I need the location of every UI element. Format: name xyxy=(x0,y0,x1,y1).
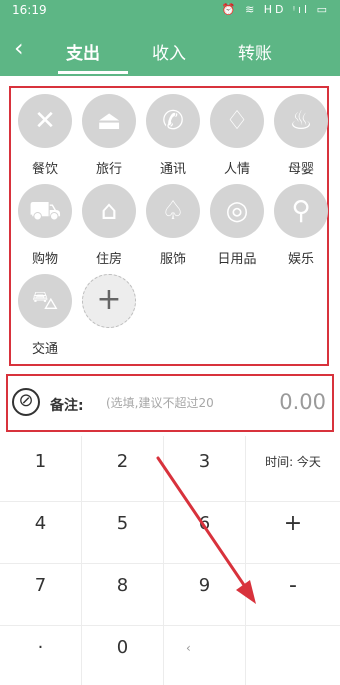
category-label: 娱乐 xyxy=(287,252,314,267)
category-grid: ✕ 餐饮 ⏏ 旅行 ✆ 通讯 ♢ 人情 ♨ 母婴 ⛟ 购物 ⌂ 住房 ♤ 服饰 … xyxy=(9,86,329,366)
category-label: 通讯 xyxy=(159,162,186,177)
backspace-key[interactable]: ‹ xyxy=(164,622,246,685)
key-1[interactable]: 1 xyxy=(0,436,82,502)
category-shopping[interactable]: ⛟ 购物 xyxy=(17,184,73,274)
category-travel[interactable]: ⏏ 旅行 xyxy=(81,94,137,184)
car-icon: ⛍ xyxy=(18,274,72,328)
note-input[interactable] xyxy=(106,392,274,414)
key-4[interactable]: 4 xyxy=(0,498,82,564)
gift-icon: ♢ xyxy=(210,94,264,148)
status-icons: ⏰ ≋ HD ᵎıl ▭ xyxy=(221,3,330,16)
category-label: 交通 xyxy=(31,342,58,357)
key-6[interactable]: 6 xyxy=(164,498,246,564)
category-label: 人情 xyxy=(223,162,250,177)
category-label: 餐饮 xyxy=(31,162,58,177)
key-5[interactable]: 5 xyxy=(82,498,164,564)
category-clothing[interactable]: ♤ 服饰 xyxy=(145,184,201,274)
travel-icon: ⏏ xyxy=(82,94,136,148)
category-label: 住房 xyxy=(95,252,122,267)
baby-icon: ♨ xyxy=(274,94,328,148)
status-time: 16:19 xyxy=(12,3,47,17)
category-gifts[interactable]: ♢ 人情 xyxy=(209,94,265,184)
back-icon[interactable]: ‹ xyxy=(14,34,24,62)
category-label: 日用品 xyxy=(217,252,257,267)
microphone-icon: ⚲ xyxy=(274,184,328,238)
key-3[interactable]: 3 xyxy=(164,436,246,502)
plus-icon: + xyxy=(82,274,136,328)
note-label: 备注: xyxy=(50,398,84,414)
keypad: 1 2 3 时间: 今天 4 5 6 + 7 8 9 - · 0 ‹ xyxy=(0,436,340,685)
category-label: 母婴 xyxy=(287,162,314,177)
amount-display: 0.00 xyxy=(279,390,326,414)
tissue-roll-icon: ◎ xyxy=(210,184,264,238)
key-8[interactable]: 8 xyxy=(82,560,164,626)
key-2[interactable]: 2 xyxy=(82,436,164,502)
note-row: ⊘ 备注: 0.00 xyxy=(6,374,334,432)
dress-icon: ♤ xyxy=(146,184,200,238)
category-housing[interactable]: ⌂ 住房 xyxy=(81,184,137,274)
key-dot[interactable]: · xyxy=(0,622,82,685)
category-baby[interactable]: ♨ 母婴 xyxy=(273,94,329,184)
key-9[interactable]: 9 xyxy=(164,560,246,626)
tab-transfer[interactable]: 转账 xyxy=(238,39,272,64)
plus-key[interactable]: + xyxy=(246,498,340,564)
tab-expense[interactable]: 支出 xyxy=(66,39,100,64)
key-7[interactable]: 7 xyxy=(0,560,82,626)
category-communication[interactable]: ✆ 通讯 xyxy=(145,94,201,184)
house-icon: ⌂ xyxy=(82,184,136,238)
category-daily-goods[interactable]: ◎ 日用品 xyxy=(209,184,265,274)
category-dining[interactable]: ✕ 餐饮 xyxy=(17,94,73,184)
category-label: 购物 xyxy=(31,252,58,267)
header: ‹ 支出 收入 转账 xyxy=(0,22,340,76)
status-bar: 16:19 ⏰ ≋ HD ᵎıl ▭ xyxy=(0,0,340,22)
category-transport[interactable]: ⛍ 交通 xyxy=(17,274,73,364)
confirm-key[interactable] xyxy=(246,622,340,685)
category-label: 旅行 xyxy=(95,162,122,177)
cart-icon: ⛟ xyxy=(18,184,72,238)
category-entertainment[interactable]: ⚲ 娱乐 xyxy=(273,184,329,274)
category-label: 服饰 xyxy=(159,252,186,267)
phone-icon: ✆ xyxy=(146,94,200,148)
tab-income[interactable]: 收入 xyxy=(152,39,186,64)
no-entry-icon[interactable]: ⊘ xyxy=(12,388,40,416)
date-picker-button[interactable]: 时间: 今天 xyxy=(246,436,340,502)
key-0[interactable]: 0 xyxy=(82,622,164,685)
active-tab-indicator xyxy=(58,71,128,74)
minus-key[interactable]: - xyxy=(246,560,340,626)
add-category-button[interactable]: + xyxy=(81,274,137,364)
dining-icon: ✕ xyxy=(18,94,72,148)
